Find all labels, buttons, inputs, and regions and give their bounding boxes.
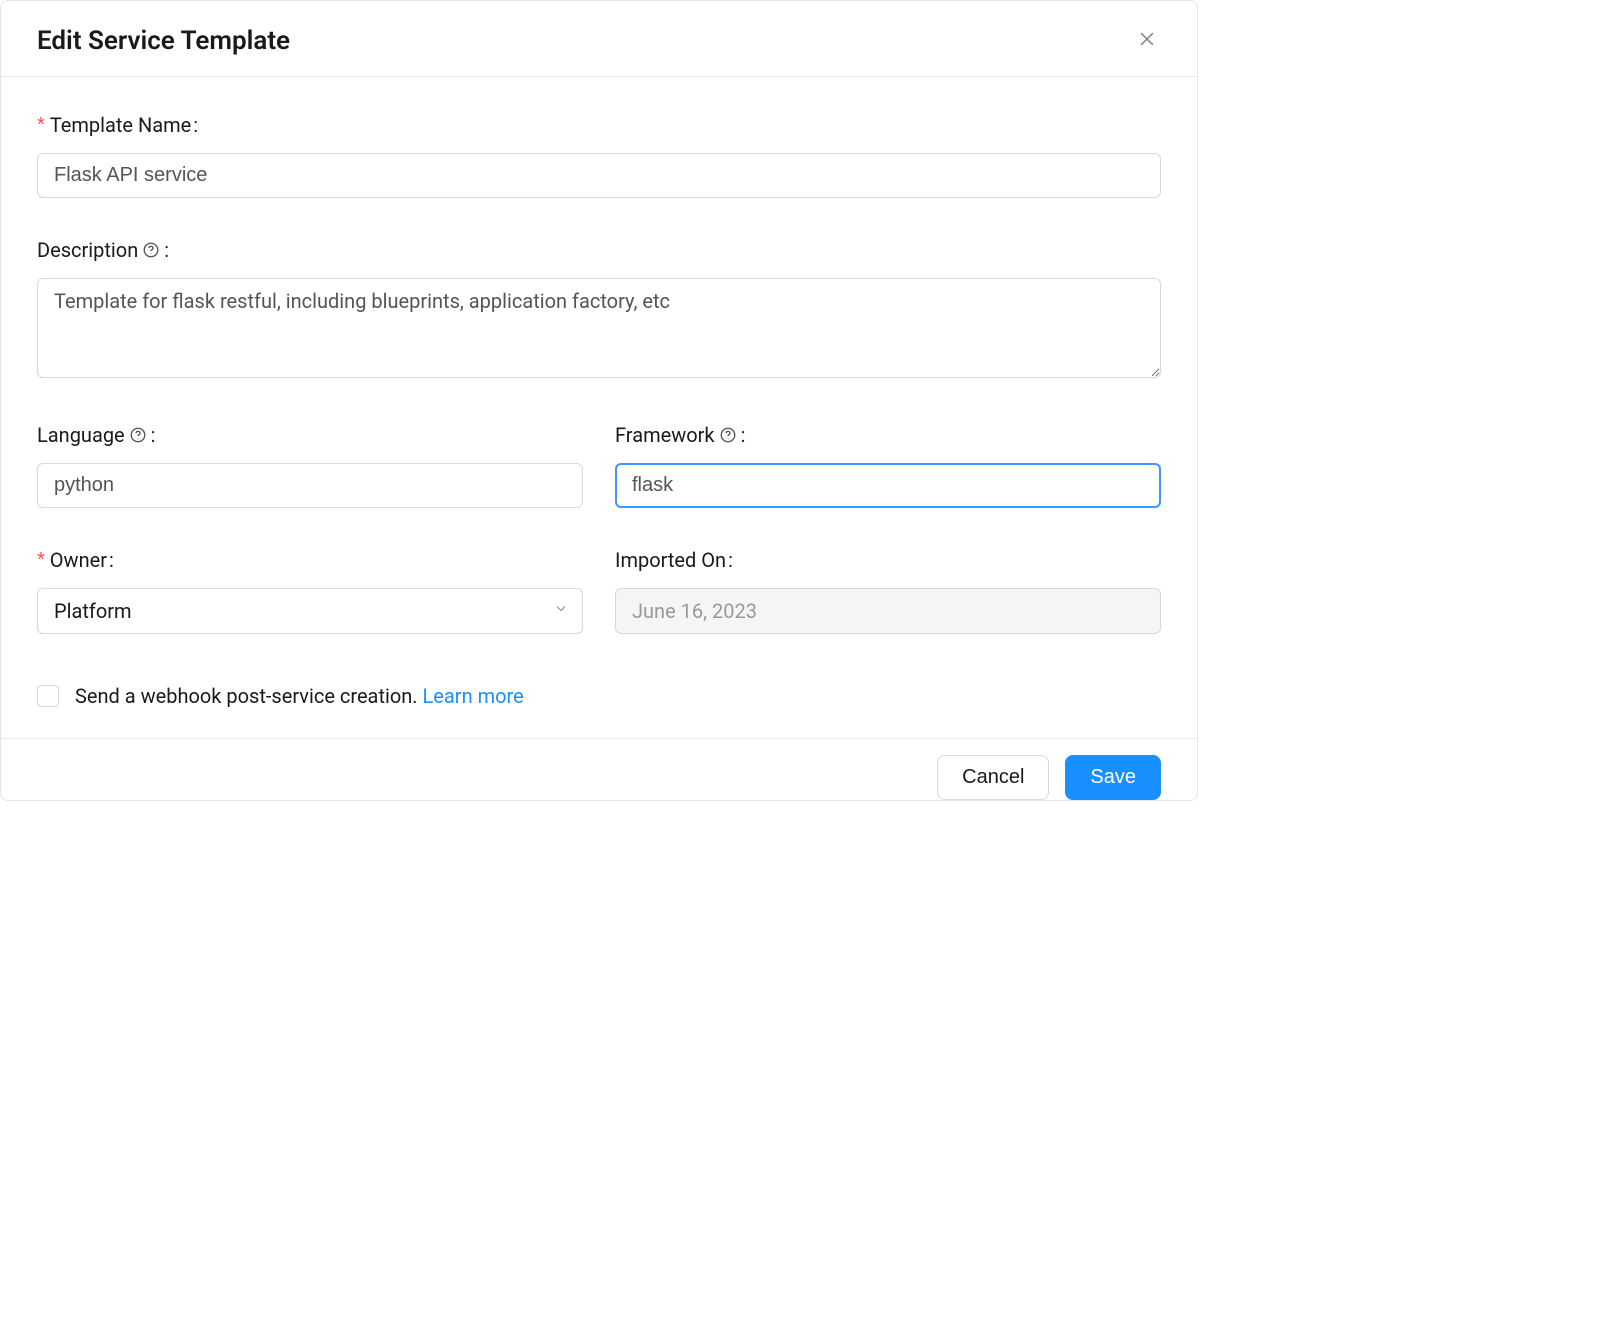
save-button[interactable]: Save bbox=[1065, 755, 1161, 800]
template-name-label-text: Template Name bbox=[50, 113, 191, 137]
framework-label-text: Framework bbox=[615, 423, 715, 447]
imported-on-value: June 16, 2023 bbox=[615, 588, 1161, 634]
modal-title: Edit Service Template bbox=[37, 26, 290, 56]
label-colon: : bbox=[151, 423, 156, 447]
description-textarea[interactable]: Template for flask restful, including bl… bbox=[37, 278, 1161, 378]
label-colon: : bbox=[728, 548, 733, 572]
webhook-label: Send a webhook post-service creation. Le… bbox=[75, 684, 524, 708]
template-name-label: * Template Name : bbox=[37, 113, 1161, 137]
framework-label: Framework : bbox=[615, 423, 1161, 447]
modal-footer: Cancel Save bbox=[1, 738, 1197, 800]
owner-label: * Owner : bbox=[37, 548, 583, 572]
lang-framework-row: Language : Framework bbox=[37, 423, 1161, 548]
edit-service-template-modal: Edit Service Template * Template Name : … bbox=[0, 0, 1198, 801]
help-icon[interactable] bbox=[719, 426, 737, 444]
label-colon: : bbox=[109, 548, 114, 572]
label-colon: : bbox=[164, 238, 169, 262]
owner-select-value: Platform bbox=[37, 588, 583, 634]
owner-label-text: Owner bbox=[50, 548, 107, 572]
webhook-row: Send a webhook post-service creation. Le… bbox=[37, 684, 1161, 708]
webhook-checkbox[interactable] bbox=[37, 685, 59, 707]
help-icon[interactable] bbox=[142, 241, 160, 259]
close-icon bbox=[1137, 29, 1157, 52]
imported-on-label: Imported On : bbox=[615, 548, 1161, 572]
imported-on-group: Imported On : June 16, 2023 bbox=[615, 548, 1161, 634]
modal-body: * Template Name : Description : Template… bbox=[1, 77, 1197, 738]
help-icon[interactable] bbox=[129, 426, 147, 444]
modal-header: Edit Service Template bbox=[1, 1, 1197, 77]
owner-group: * Owner : Platform bbox=[37, 548, 583, 634]
description-label-text: Description bbox=[37, 238, 138, 262]
label-colon: : bbox=[741, 423, 746, 447]
template-name-input[interactable] bbox=[37, 153, 1161, 198]
framework-group: Framework : bbox=[615, 423, 1161, 508]
template-name-group: * Template Name : bbox=[37, 113, 1161, 198]
required-mark: * bbox=[37, 114, 45, 137]
description-group: Description : Template for flask restful… bbox=[37, 238, 1161, 383]
label-colon: : bbox=[193, 113, 198, 137]
required-mark: * bbox=[37, 549, 45, 572]
learn-more-link[interactable]: Learn more bbox=[423, 684, 524, 708]
owner-select[interactable]: Platform bbox=[37, 588, 583, 634]
imported-on-label-text: Imported On bbox=[615, 548, 726, 572]
webhook-label-text: Send a webhook post-service creation. bbox=[75, 684, 423, 708]
owner-imported-row: * Owner : Platform Imported On : bbox=[37, 548, 1161, 674]
language-label-text: Language bbox=[37, 423, 125, 447]
framework-input[interactable] bbox=[615, 463, 1161, 508]
cancel-button[interactable]: Cancel bbox=[937, 755, 1049, 800]
language-group: Language : bbox=[37, 423, 583, 508]
close-button[interactable] bbox=[1133, 25, 1161, 56]
language-label: Language : bbox=[37, 423, 583, 447]
description-label: Description : bbox=[37, 238, 1161, 262]
language-input[interactable] bbox=[37, 463, 583, 508]
